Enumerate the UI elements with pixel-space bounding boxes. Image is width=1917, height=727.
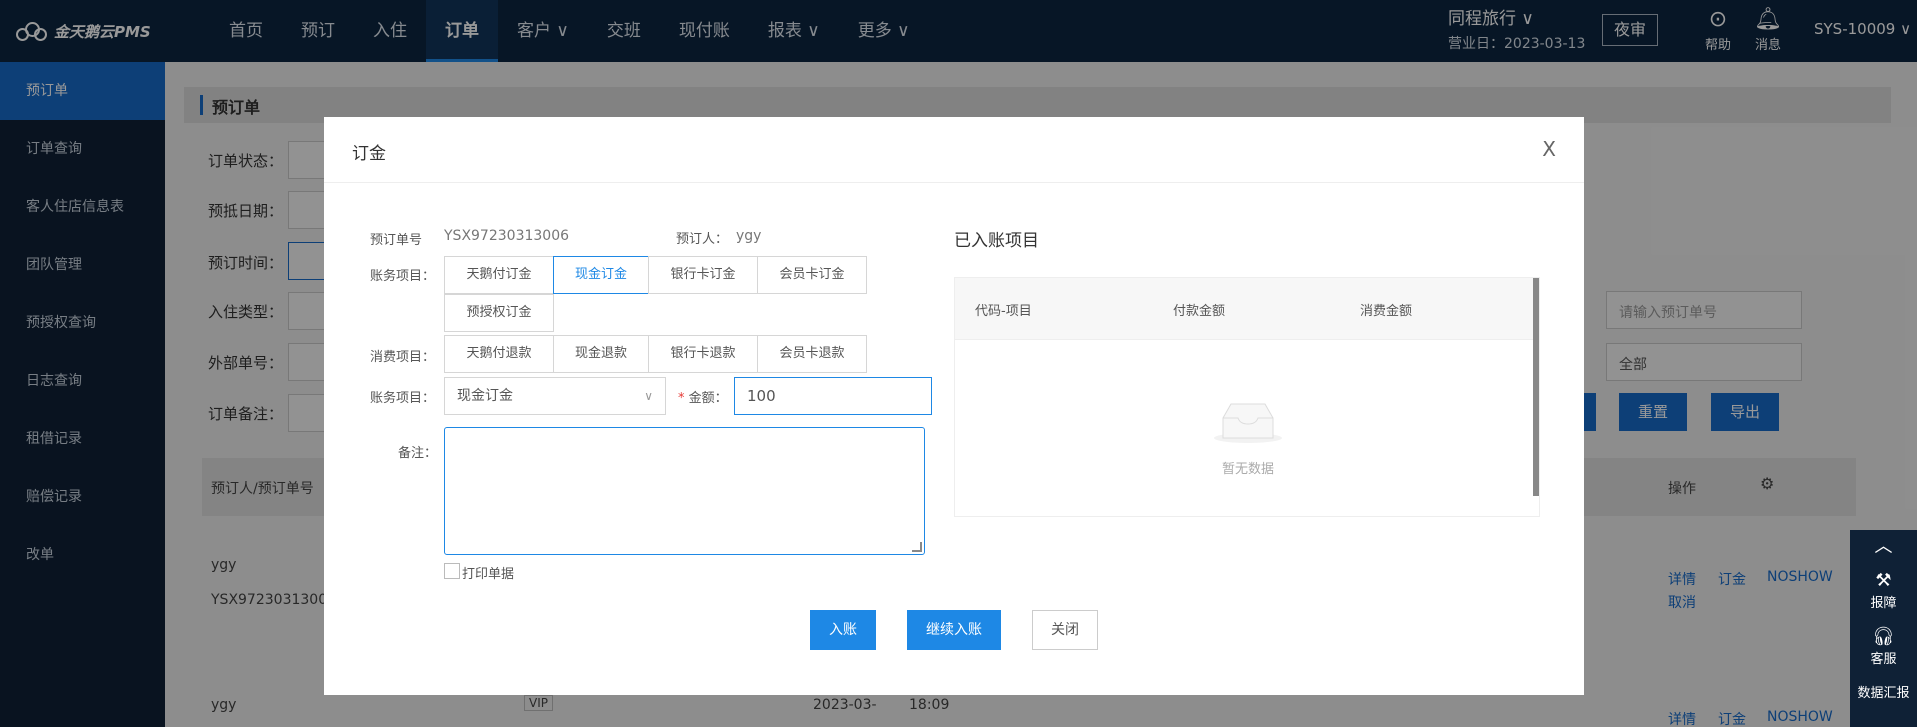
- chevron-down-icon: ∨: [644, 389, 653, 403]
- dialog-title: 订金: [352, 144, 386, 164]
- chip-bank-card-deposit[interactable]: 银行卡订金: [648, 256, 758, 294]
- dialog-header: 订金 X: [324, 117, 1584, 183]
- col-payment-amount: 付款金额: [1173, 304, 1226, 319]
- data-report-label: 数据汇报: [1857, 686, 1910, 701]
- data-report-button[interactable]: 数据汇报: [1850, 676, 1917, 727]
- chip-bank-card-refund[interactable]: 银行卡退款: [648, 335, 758, 373]
- support-label: 客服: [1870, 652, 1897, 667]
- chip-member-card-refund[interactable]: 会员卡退款: [757, 335, 867, 373]
- post-button[interactable]: 入账: [810, 610, 876, 650]
- chip-swan-pay-refund[interactable]: 天鹅付退款: [444, 335, 554, 373]
- resize-handle-icon[interactable]: [912, 542, 922, 552]
- amount-label: * 金额：: [678, 391, 728, 406]
- report-issue-label: 报障: [1870, 596, 1897, 611]
- order-no-label: 预订单号: [370, 233, 423, 248]
- consumption-items-label: 消费项目：: [370, 350, 436, 365]
- chip-member-card-deposit[interactable]: 会员卡订金: [757, 256, 867, 294]
- posted-items-title: 已入账项目: [954, 231, 1039, 251]
- print-receipt-label: 打印单据: [462, 567, 515, 582]
- account-item-select[interactable]: 现金订金 ∨: [444, 377, 666, 415]
- chevron-up-icon: ︿: [1874, 536, 1893, 557]
- chip-cash-deposit[interactable]: 现金订金: [553, 256, 649, 294]
- report-issue-button[interactable]: ⚒ 报障: [1850, 564, 1917, 620]
- continue-post-button[interactable]: 继续入账: [907, 610, 1001, 650]
- account-item-select-value: 现金订金: [457, 388, 513, 404]
- collapse-button[interactable]: ︿: [1850, 530, 1917, 564]
- empty-text: 暂无数据: [1221, 462, 1274, 477]
- wrench-icon: ⚒: [1875, 570, 1892, 591]
- chip-swan-pay-deposit[interactable]: 天鹅付订金: [444, 256, 554, 294]
- print-receipt-checkbox[interactable]: [444, 563, 460, 579]
- col-consumption-amount: 消费金额: [1360, 304, 1413, 319]
- close-button[interactable]: 关闭: [1032, 610, 1098, 650]
- col-code-item: 代码-项目: [975, 304, 1032, 319]
- deposit-dialog: 订金 X 预订单号 YSX97230313006 预订人： ygy 账务项目： …: [324, 117, 1584, 695]
- posted-items-table: 代码-项目 付款金额 消费金额 暂无数据: [954, 277, 1540, 517]
- booker-value: ygy: [736, 228, 762, 244]
- note-label: 备注：: [398, 446, 438, 461]
- booker-label: 预订人：: [676, 232, 729, 247]
- empty-inbox-icon: [1214, 403, 1282, 443]
- headset-icon: 🎧︎: [1872, 626, 1895, 647]
- amount-input[interactable]: 100: [734, 377, 932, 415]
- support-button[interactable]: 🎧︎ 客服: [1850, 620, 1917, 676]
- chip-cash-refund[interactable]: 现金退款: [553, 335, 649, 373]
- account-items-label: 账务项目：: [370, 269, 436, 284]
- table-scrollbar[interactable]: [1533, 278, 1539, 496]
- note-textarea[interactable]: [444, 427, 925, 555]
- posted-items-header: 代码-项目 付款金额 消费金额: [955, 278, 1539, 340]
- floating-tools-bar: ︿ ⚒ 报障 🎧︎ 客服 数据汇报: [1850, 530, 1917, 727]
- account-select-label: 账务项目：: [370, 391, 436, 406]
- order-no-value: YSX97230313006: [444, 228, 570, 244]
- chip-preauth-deposit[interactable]: 预授权订金: [444, 294, 554, 332]
- close-icon[interactable]: X: [1542, 137, 1556, 161]
